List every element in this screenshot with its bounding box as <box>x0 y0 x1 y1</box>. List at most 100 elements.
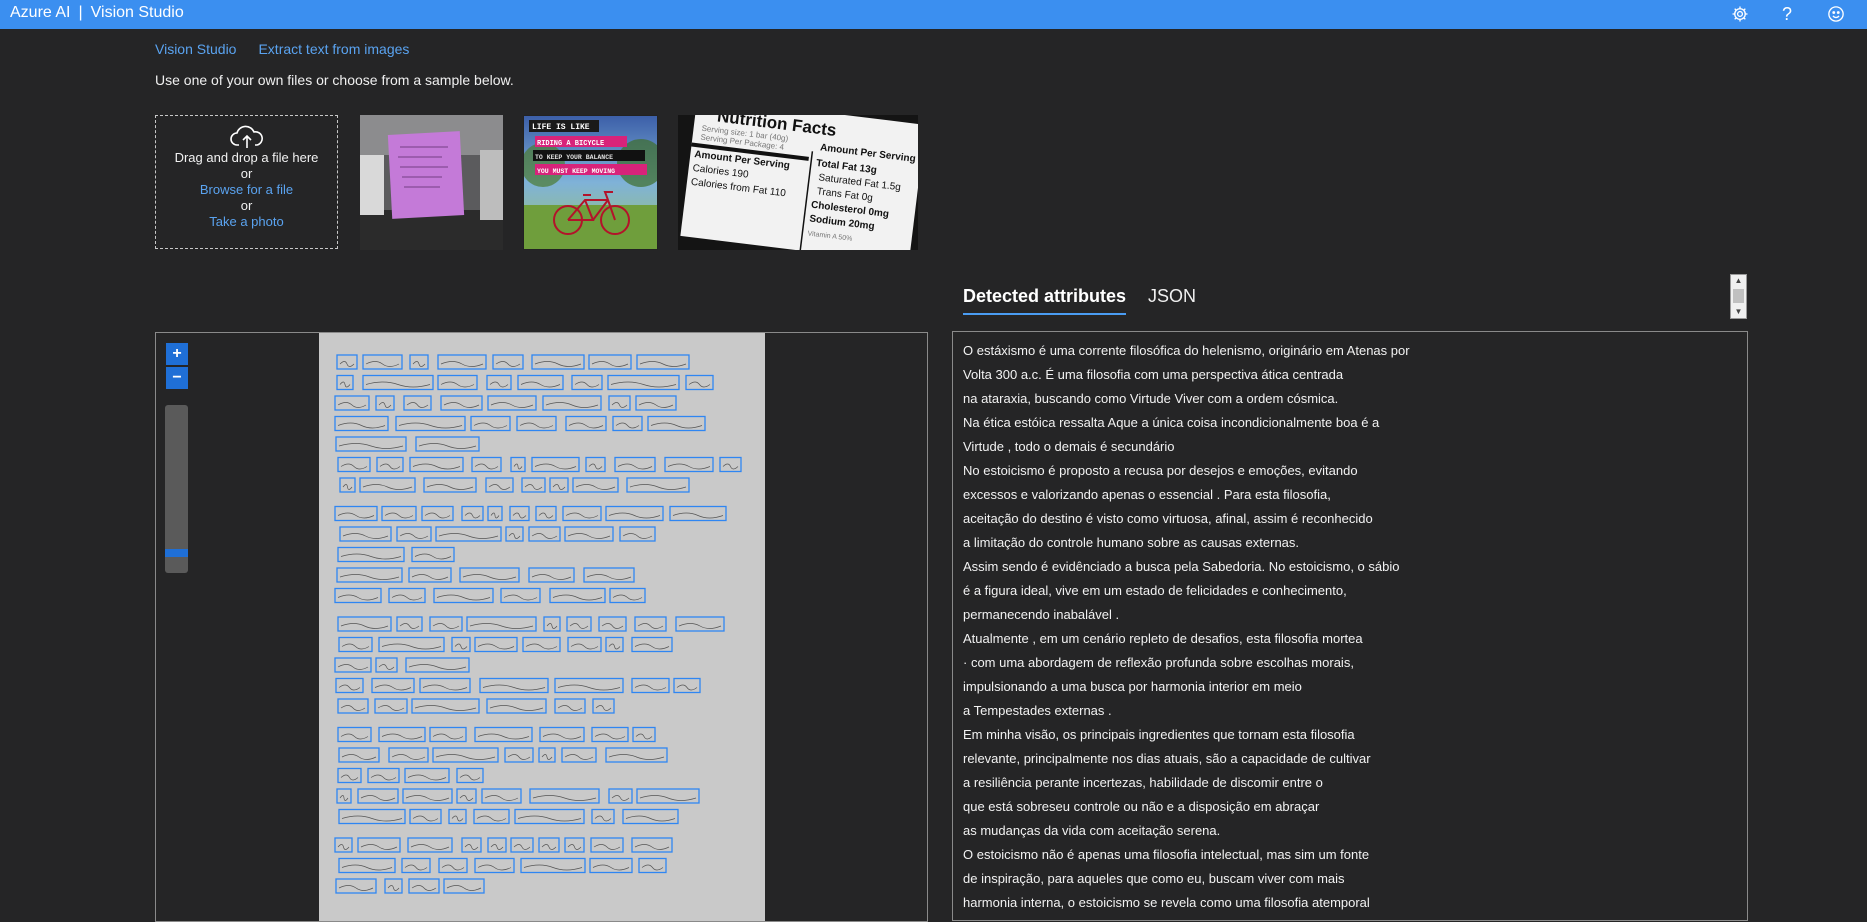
breadcrumb-vision-studio[interactable]: Vision Studio <box>155 41 236 57</box>
extracted-text-line: a limitação do controle humano sobre as … <box>963 535 1300 550</box>
word-bounding-box <box>521 477 546 493</box>
handwriting-stroke <box>641 864 664 871</box>
extracted-text-line: Na ética estóica ressalta Aque a única c… <box>963 415 1380 430</box>
word-bounding-box <box>456 767 484 784</box>
handwriting-stroke <box>575 484 616 490</box>
word-bounding-box <box>485 477 514 493</box>
handwriting-stroke <box>594 815 612 822</box>
word-bounding-box <box>492 354 524 370</box>
poster-line-3: TO KEEP YOUR BALANCE <box>535 154 613 161</box>
word-bounding-box <box>538 837 560 853</box>
word-bounding-box <box>473 808 510 825</box>
tab-json[interactable]: JSON <box>1148 286 1196 313</box>
smiley-feedback-icon[interactable] <box>1825 3 1847 25</box>
handwriting-stroke <box>454 643 468 650</box>
word-bounding-box <box>564 526 614 542</box>
handwriting-stroke <box>411 885 437 891</box>
handwriting-stroke <box>339 574 400 580</box>
handwriting-stroke <box>534 361 582 367</box>
handwriting-stroke <box>339 381 351 388</box>
zoom-out-button[interactable]: − <box>166 367 188 389</box>
handwriting-stroke <box>340 705 366 711</box>
handwriting-stroke <box>365 361 400 367</box>
word-bounding-box <box>605 505 664 522</box>
word-bounding-box <box>448 808 467 825</box>
handwriting-stroke <box>570 643 599 650</box>
word-bounding-box <box>429 726 467 743</box>
word-bounding-box <box>403 395 432 411</box>
handwriting-stroke <box>490 512 500 519</box>
tabs-scrollbar[interactable]: ▲ ▼ <box>1730 274 1747 319</box>
handwriting-stroke <box>407 774 447 781</box>
word-bounding-box <box>673 677 701 694</box>
word-bounding-box <box>378 726 426 743</box>
handwriting-stroke <box>552 484 566 490</box>
word-bounding-box <box>565 415 607 432</box>
handwriting-stroke <box>404 864 428 871</box>
word-bounding-box <box>336 788 352 804</box>
zoom-slider-thumb[interactable] <box>165 549 188 557</box>
handwriting-stroke <box>512 512 527 519</box>
handwriting-stroke <box>610 381 677 388</box>
handwriting-stroke <box>473 422 508 429</box>
gear-icon[interactable] <box>1729 3 1751 25</box>
word-bounding-box <box>539 726 585 743</box>
take-photo-link[interactable]: Take a photo <box>156 214 337 230</box>
handwriting-stroke <box>398 422 463 429</box>
file-drop-zone[interactable]: Drag and drop a file here or Browse for … <box>155 115 338 249</box>
handwriting-stroke <box>341 864 393 871</box>
handwriting-stroke <box>622 533 653 539</box>
word-bounding-box <box>510 456 526 473</box>
image-viewer[interactable]: + − <box>155 332 928 922</box>
word-bounding-box <box>429 616 463 632</box>
sample-image-bicycle-poster[interactable]: LIFE IS LIKE RIDING A BICYCLE TO KEEP YO… <box>523 115 658 250</box>
detected-text-panel[interactable]: O estáxismo é uma corrente filosófica do… <box>952 331 1748 921</box>
handwriting-stroke <box>379 463 401 470</box>
word-bounding-box <box>608 788 633 804</box>
handwriting-stroke <box>625 815 676 822</box>
handwriting-stroke <box>650 422 703 429</box>
detected-word-boxes <box>334 354 742 894</box>
word-bounding-box <box>685 374 714 391</box>
handwriting-stroke <box>432 623 460 629</box>
word-bounding-box <box>408 878 440 894</box>
zoom-in-button[interactable]: + <box>166 343 188 365</box>
word-bounding-box <box>376 456 404 473</box>
handwriting-stroke <box>507 754 531 760</box>
brand[interactable]: Azure AI | Vision Studio <box>10 4 184 22</box>
handwriting-stroke <box>432 733 464 740</box>
handwriting-stroke <box>405 795 450 801</box>
handwriting-stroke <box>513 463 523 470</box>
word-bounding-box <box>338 747 380 763</box>
handwriting-stroke <box>565 512 599 519</box>
handwriting-stroke <box>338 885 374 891</box>
word-bounding-box <box>554 698 586 714</box>
word-bounding-box <box>339 477 356 493</box>
word-bounding-box <box>407 837 453 853</box>
handwriting-stroke <box>484 795 519 801</box>
handwriting-stroke <box>482 684 546 691</box>
scrollbar-thumb[interactable] <box>1733 289 1744 303</box>
handwriting-stroke <box>464 844 479 850</box>
scroll-down-icon[interactable]: ▼ <box>1731 306 1746 318</box>
handwriting-stroke <box>557 684 621 691</box>
handwriting-stroke <box>340 733 369 740</box>
word-bounding-box <box>337 698 369 714</box>
handwriting-stroke <box>508 533 521 539</box>
breadcrumb-extract-text[interactable]: Extract text from images <box>258 41 409 57</box>
word-bounding-box <box>631 677 670 694</box>
drag-drop-text: Drag and drop a file here <box>174 150 319 165</box>
scroll-up-icon[interactable]: ▲ <box>1731 275 1746 287</box>
sample-image-sticky-note[interactable] <box>360 115 503 250</box>
word-bounding-box <box>384 878 403 894</box>
browse-file-link[interactable]: Browse for a file <box>156 182 337 198</box>
handwriting-stroke <box>381 643 442 650</box>
word-bounding-box <box>357 788 399 804</box>
tab-detected-attributes[interactable]: Detected attributes <box>963 286 1127 315</box>
handwriting-stroke <box>408 664 467 670</box>
help-icon[interactable]: ? <box>1776 3 1798 25</box>
brand-azure-ai: Azure AI <box>10 4 71 21</box>
zoom-slider[interactable] <box>165 405 188 573</box>
handwriting-stroke <box>490 844 504 850</box>
sample-image-nutrition-facts[interactable]: Nutrition Facts Serving size: 1 bar (40g… <box>678 115 918 250</box>
